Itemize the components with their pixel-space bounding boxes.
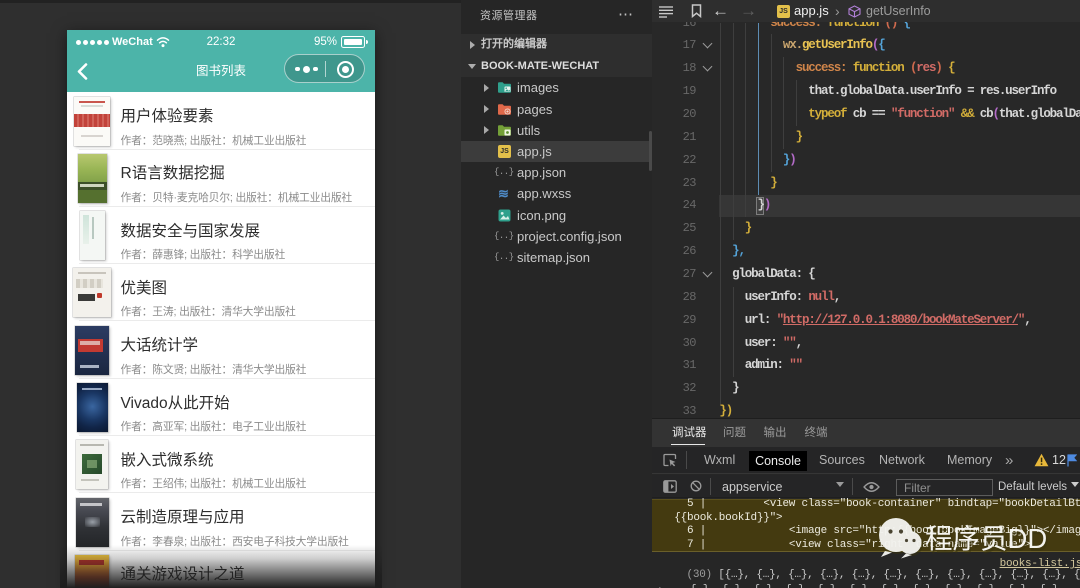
svg-text:程序员DD: 程序员DD	[925, 523, 1047, 554]
